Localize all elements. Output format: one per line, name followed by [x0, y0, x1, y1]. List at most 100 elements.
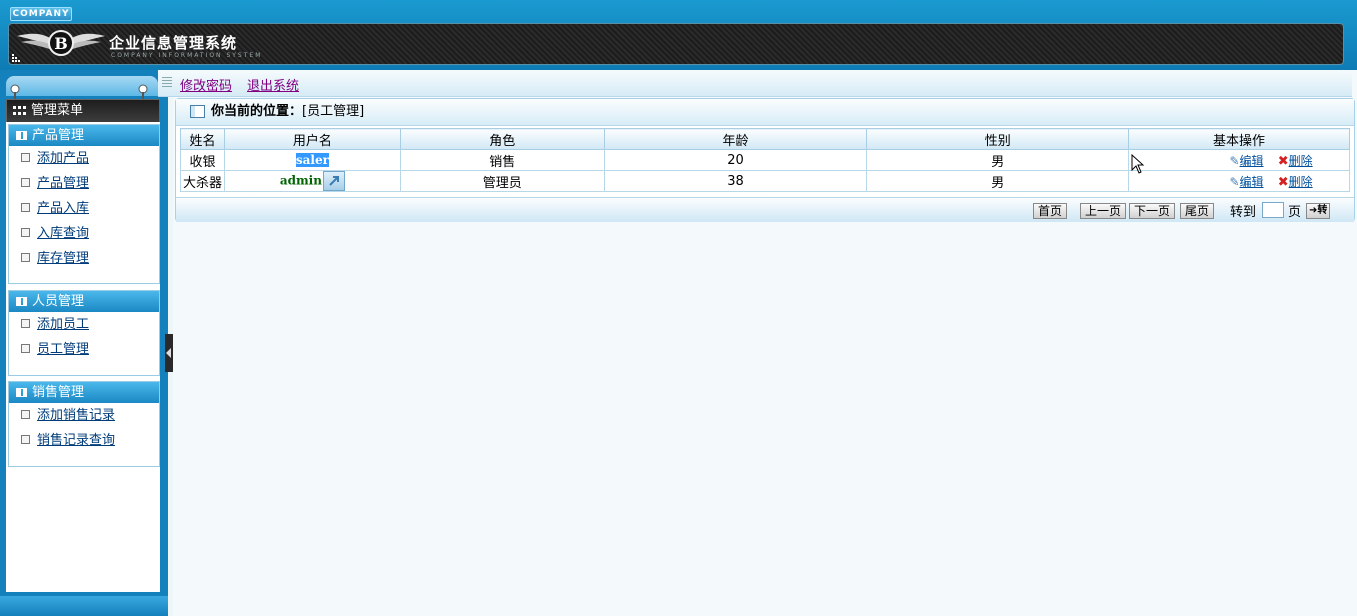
column-header: 性别 — [866, 128, 1130, 150]
table-row: 大杀器 admin 管理员 38 男 ✎编辑 ✖删除 — [180, 170, 1350, 192]
dots-decoration-icon — [12, 54, 20, 62]
cell-gender: 男 — [866, 149, 1130, 171]
edit-link[interactable]: 编辑 — [1240, 154, 1264, 168]
sidebar-link[interactable]: 销售记录查询 — [37, 433, 115, 448]
logout-link[interactable]: 退出系统 — [247, 75, 299, 94]
panel-icon — [190, 105, 205, 118]
column-header: 角色 — [399, 128, 605, 150]
logo-bar: B 企业信息管理系统 COMPANY INFORMATION SYSTEM — [8, 23, 1344, 65]
cell-role: 管理员 — [399, 170, 605, 192]
sidebar-link[interactable]: 添加员工 — [37, 317, 89, 332]
cell-name: 大杀器 — [180, 170, 225, 192]
page-unit-label: 页 — [1288, 205, 1302, 220]
menu-group-title[interactable]: 人员管理 — [9, 291, 159, 312]
cell-role: 销售 — [399, 149, 605, 171]
content-panel: 你当前的位置：[员工管理] 姓名 用户名 角色 年龄 性别 基本操作 收银 sa… — [175, 98, 1355, 222]
change-password-link[interactable]: 修改密码 — [180, 75, 232, 94]
sidebar-link[interactable]: 添加销售记录 — [37, 408, 115, 423]
book-icon — [16, 131, 27, 140]
breadcrumb-label: 你当前的位置： — [211, 104, 303, 119]
sidebar-item-add-employee[interactable]: 添加员工 — [9, 312, 159, 337]
delete-x-icon: ✖ — [1277, 153, 1289, 169]
sidebar-item-sales-record-query[interactable]: 销售记录查询 — [9, 428, 159, 453]
top-links-bar: 修改密码 退出系统 — [158, 70, 1352, 97]
group-title-label: 销售管理 — [32, 385, 85, 400]
menu-group-products: 产品管理 添加产品 产品管理 产品入库 入库查询 库存管理 — [8, 124, 160, 284]
menu-header: 管理菜单 — [6, 99, 160, 123]
sidebar-item-inventory-management[interactable]: 库存管理 — [9, 246, 159, 271]
menu-group-title[interactable]: 销售管理 — [9, 382, 159, 403]
square-bullet-icon — [21, 253, 30, 262]
sidebar-top-cap — [6, 76, 158, 96]
pencil-icon: ✎ — [1229, 174, 1240, 189]
lines-icon — [162, 77, 172, 89]
username-text: admin — [279, 173, 322, 188]
cell-name: 收银 — [180, 149, 225, 171]
delete-link[interactable]: 删除 — [1289, 175, 1313, 189]
sidebar-link[interactable]: 产品管理 — [37, 176, 89, 191]
sidebar-link[interactable]: 员工管理 — [37, 342, 89, 357]
username-selected-text: saler — [295, 152, 329, 167]
sidebar: 管理菜单 产品管理 添加产品 产品管理 产品入库 入库查询 库存管理 人员管理 … — [0, 70, 168, 616]
table-row: 收银 saler 销售 20 男 ✎编辑 ✖删除 — [180, 149, 1350, 171]
breadcrumb-value: [员工管理] — [302, 104, 365, 119]
sidebar-item-stock-in-query[interactable]: 入库查询 — [9, 221, 159, 246]
mouse-cursor-icon — [1131, 154, 1145, 174]
app-header: COMPANY B 企业信息管理系统 COMPANY INFORMATION S… — [0, 0, 1357, 70]
group-title-label: 人员管理 — [32, 294, 85, 309]
logo-letter: B — [54, 34, 68, 53]
pin-icon — [10, 84, 20, 100]
delete-link[interactable]: 删除 — [1289, 154, 1313, 168]
table-header-row: 姓名 用户名 角色 年龄 性别 基本操作 — [180, 128, 1350, 150]
cell-username: saler — [223, 149, 401, 171]
sidebar-item-product-stock-in[interactable]: 产品入库 — [9, 196, 159, 221]
cell-age: 20 — [603, 149, 868, 171]
square-bullet-icon — [21, 410, 30, 419]
square-bullet-icon — [21, 203, 30, 212]
winged-b-logo-icon: B — [17, 30, 105, 56]
menu-group-sales: 销售管理 添加销售记录 销售记录查询 — [8, 381, 160, 467]
prev-page-button[interactable]: 上一页 — [1080, 203, 1127, 219]
pager: 首页 上一页 下一页 尾页 转到 页 ➜转 — [176, 197, 1354, 222]
column-header: 基本操作 — [1128, 128, 1350, 150]
column-header: 年龄 — [603, 128, 868, 150]
sidebar-link[interactable]: 添加产品 — [37, 151, 89, 166]
sidebar-item-add-product[interactable]: 添加产品 — [9, 146, 159, 171]
shortcut-arrow-icon[interactable] — [322, 171, 345, 191]
column-header: 姓名 — [180, 128, 225, 150]
first-page-button[interactable]: 首页 — [1033, 203, 1068, 219]
grid-icon — [13, 105, 26, 115]
menu-title: 管理菜单 — [31, 103, 84, 118]
header-inner: COMPANY B 企业信息管理系统 COMPANY INFORMATION S… — [8, 5, 1350, 65]
sidebar-item-add-sales-record[interactable]: 添加销售记录 — [9, 403, 159, 428]
square-bullet-icon — [21, 178, 30, 187]
edit-link[interactable]: 编辑 — [1240, 175, 1264, 189]
next-page-button[interactable]: 下一页 — [1129, 203, 1176, 219]
sidebar-link[interactable]: 库存管理 — [37, 251, 89, 266]
sidebar-body: 产品管理 添加产品 产品管理 产品入库 入库查询 库存管理 人员管理 添加员工 … — [6, 122, 160, 592]
sidebar-link[interactable]: 入库查询 — [37, 226, 89, 241]
sidebar-link[interactable]: 产品入库 — [37, 201, 89, 216]
sidebar-item-employee-management[interactable]: 员工管理 — [9, 337, 159, 362]
goto-label: 转到 — [1230, 205, 1257, 220]
book-icon — [16, 388, 27, 397]
column-header: 用户名 — [223, 128, 401, 150]
goto-page-input[interactable] — [1262, 202, 1284, 218]
cell-actions: ✎编辑 ✖删除 — [1128, 170, 1350, 192]
menu-group-title[interactable]: 产品管理 — [9, 125, 159, 146]
breadcrumb: 你当前的位置：[员工管理] — [176, 99, 1354, 126]
company-tag: COMPANY — [10, 7, 72, 21]
last-page-button[interactable]: 尾页 — [1180, 203, 1215, 219]
sidebar-item-product-management[interactable]: 产品管理 — [9, 171, 159, 196]
go-button[interactable]: ➜转 — [1306, 203, 1331, 219]
square-bullet-icon — [21, 319, 30, 328]
system-title: 企业信息管理系统 — [109, 34, 238, 52]
collapse-arrow-icon — [166, 348, 171, 358]
cell-gender: 男 — [866, 170, 1130, 192]
book-icon — [16, 297, 27, 306]
delete-x-icon: ✖ — [1277, 174, 1289, 190]
cell-age: 38 — [603, 170, 868, 192]
cell-username: admin — [223, 170, 401, 192]
pencil-icon: ✎ — [1229, 153, 1240, 168]
square-bullet-icon — [21, 228, 30, 237]
